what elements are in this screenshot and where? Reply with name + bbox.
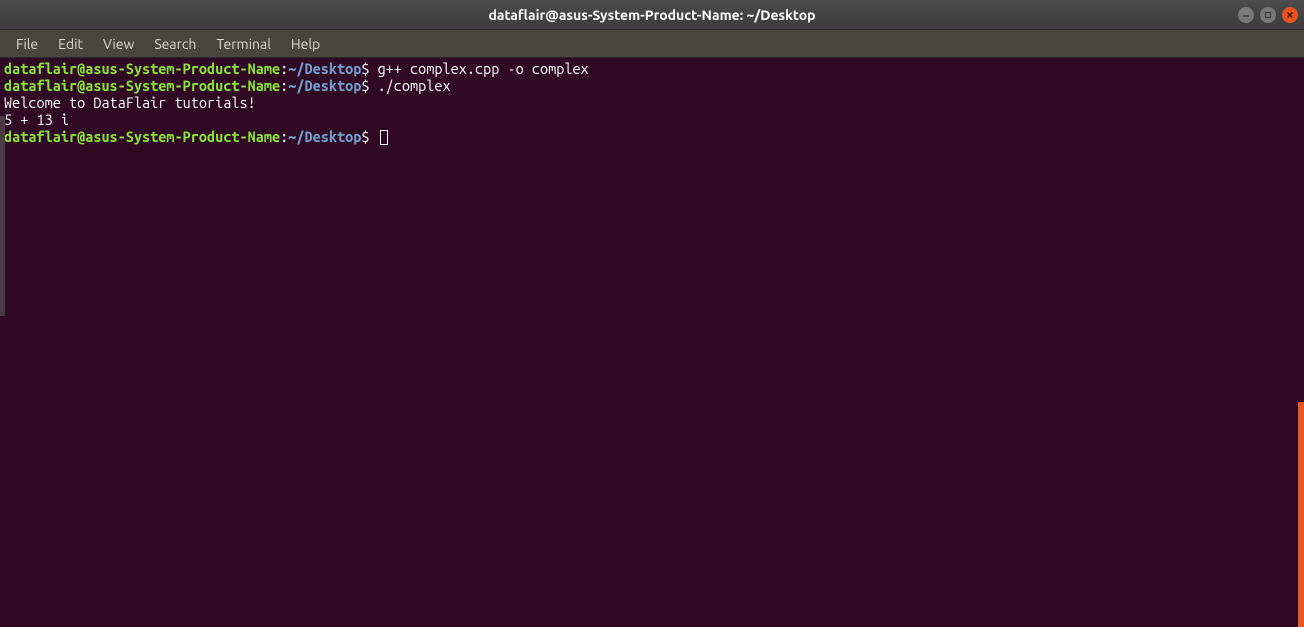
scrollbar-right[interactable] <box>1298 402 1304 627</box>
prompt-userhost: dataflair@asus-System-Product-Name <box>4 128 280 145</box>
prompt-path-tilde: ~/ <box>288 128 304 145</box>
close-icon[interactable] <box>1282 7 1298 23</box>
cursor-icon <box>380 130 388 145</box>
menu-edit[interactable]: Edit <box>48 32 93 56</box>
prompt-colon: : <box>280 60 288 77</box>
prompt-colon: : <box>280 128 288 145</box>
prompt-path-dir: Desktop <box>304 60 361 77</box>
menu-view[interactable]: View <box>93 32 144 56</box>
menubar: File Edit View Search Terminal Help <box>0 30 1304 58</box>
terminal-line: dataflair@asus-System-Product-Name:~/Des… <box>4 77 1300 94</box>
titlebar: dataflair@asus-System-Product-Name: ~/De… <box>0 0 1304 30</box>
terminal-output: 5 + 13 i <box>4 111 1300 128</box>
prompt-path-tilde: ~/ <box>288 60 304 77</box>
prompt-userhost: dataflair@asus-System-Product-Name <box>4 77 280 94</box>
prompt-path-dir: Desktop <box>304 128 361 145</box>
prompt-path-dir: Desktop <box>304 77 361 94</box>
menu-help[interactable]: Help <box>281 32 330 56</box>
menu-file[interactable]: File <box>6 32 48 56</box>
prompt-userhost: dataflair@asus-System-Product-Name <box>4 60 280 77</box>
window-title: dataflair@asus-System-Product-Name: ~/De… <box>488 7 815 23</box>
command-text: g++ complex.cpp -o complex <box>378 60 589 77</box>
prompt-path-tilde: ~/ <box>288 77 304 94</box>
command-text <box>369 77 377 94</box>
menu-terminal[interactable]: Terminal <box>206 32 281 56</box>
menu-search[interactable]: Search <box>144 32 206 56</box>
terminal-line: dataflair@asus-System-Product-Name:~/Des… <box>4 128 1300 145</box>
maximize-icon[interactable] <box>1260 7 1276 23</box>
command-text <box>369 60 377 77</box>
minimize-icon[interactable] <box>1238 7 1254 23</box>
terminal-output: Welcome to DataFlair tutorials! <box>4 94 1300 111</box>
command-text <box>369 128 377 145</box>
window-controls <box>1238 7 1298 23</box>
prompt-colon: : <box>280 77 288 94</box>
terminal-body[interactable]: dataflair@asus-System-Product-Name:~/Des… <box>0 58 1304 627</box>
terminal-line: dataflair@asus-System-Product-Name:~/Des… <box>4 60 1300 77</box>
scrollbar-left[interactable] <box>0 116 5 316</box>
command-text: ./complex <box>378 77 451 94</box>
